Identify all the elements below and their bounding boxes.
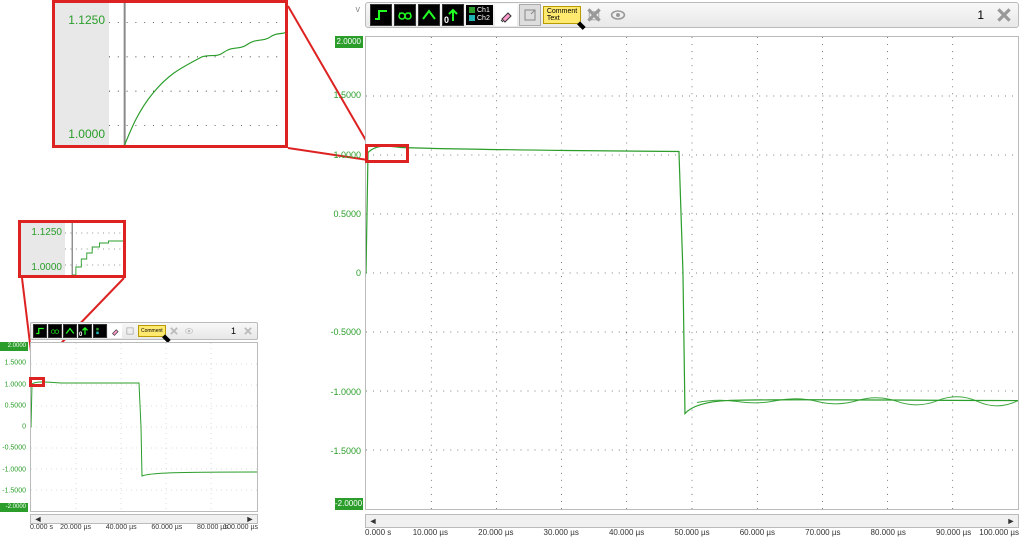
xtick: 100.000 µs [979, 528, 1019, 537]
close-icon[interactable] [994, 5, 1014, 25]
small-plot[interactable] [30, 342, 258, 512]
zoom2-ylabels: 1.1250 1.0000 [21, 223, 65, 275]
zoom1-ytop: 1.1250 [68, 13, 105, 27]
eye-icon[interactable] [182, 324, 196, 338]
ytick: 0 [22, 424, 26, 431]
zoom2-ytop: 1.1250 [31, 227, 62, 238]
h-scrollbar[interactable]: ◄ ► [30, 514, 258, 524]
xtick: 10.000 µs [413, 528, 448, 537]
scroll-left-icon[interactable]: ◄ [368, 516, 378, 526]
zoom2-trace [72, 241, 123, 275]
main-trace [366, 146, 1018, 414]
xtick: 90.000 µs [936, 528, 971, 537]
h-scrollbar[interactable]: ◄ ► [365, 514, 1019, 528]
main-plot[interactable] [365, 36, 1019, 510]
expand-icon[interactable] [123, 324, 137, 338]
main-trace-ripple [697, 397, 1018, 406]
comment-button[interactable]: Comment Text [543, 6, 581, 24]
xtick: 30.000 µs [544, 528, 579, 537]
ytick: 1.0000 [5, 381, 26, 388]
scroll-right-icon[interactable]: ► [245, 514, 255, 524]
zoom-inset-small: 1.1250 1.0000 [18, 220, 126, 278]
xtick: 80.000 µs [871, 528, 906, 537]
ytick: -0.5000 [330, 327, 361, 337]
glasses-icon[interactable] [394, 4, 416, 26]
expand-icon[interactable] [519, 4, 541, 26]
xtick: 20.000 µs [60, 524, 91, 531]
delete-x-icon[interactable] [583, 4, 605, 26]
scroll-right-icon[interactable]: ► [1006, 516, 1016, 526]
small-toolbar: 0 Comment 1 [30, 322, 258, 340]
zoom1-plot [109, 3, 285, 145]
ycap-top: 2.0000 [0, 342, 28, 351]
ycap-top: 2.0000 [335, 36, 363, 48]
ytick: -0.5000 [2, 445, 26, 452]
ytick: -1.5000 [330, 446, 361, 456]
ycap-bottom: -2.0000 [0, 503, 28, 512]
xtick: 20.000 µs [478, 528, 513, 537]
small-oscilloscope: 0 Comment 1 2.0000 -2.0000 1.5000 1.0000 [0, 320, 260, 538]
step-icon[interactable] [370, 4, 392, 26]
ytick: 0.5000 [5, 402, 26, 409]
zoom1-ybot: 1.0000 [68, 127, 105, 141]
xtick: 100.000 µs [223, 524, 258, 531]
main-toolbar: 0 Ch1 Ch2 Comment Text 1 [365, 2, 1019, 28]
ytick: -1.0000 [330, 387, 361, 397]
close-icon[interactable] [241, 324, 255, 338]
glasses-icon[interactable] [48, 324, 62, 338]
zoom-inset-large: 1.1250 1.0000 [52, 0, 288, 148]
step-icon[interactable] [33, 324, 47, 338]
ytick: 1.5000 [333, 90, 361, 100]
ytick: 1.5000 [5, 360, 26, 367]
zoom2-ybot: 1.0000 [31, 262, 62, 273]
xtick: 60.000 µs [740, 528, 775, 537]
roof-icon[interactable] [63, 324, 77, 338]
xtick: 60.000 µs [151, 524, 182, 531]
small-trace [31, 382, 257, 476]
ytick: -1.5000 [2, 487, 26, 494]
roof-icon[interactable] [418, 4, 440, 26]
xtick: 50.000 µs [674, 528, 709, 537]
small-xaxis: ◄ ► 0.000 s 20.000 µs 40.000 µs 60.000 µ… [30, 514, 258, 538]
scroll-left-icon[interactable]: ◄ [33, 514, 43, 524]
xtick: 0.000 s [30, 524, 53, 531]
ycap-bottom: -2.0000 [335, 498, 363, 510]
ytick: -1.0000 [2, 466, 26, 473]
xtick: 40.000 µs [106, 524, 137, 531]
zoom1-ylabels: 1.1250 1.0000 [55, 3, 109, 145]
main-oscilloscope: v 0 Ch1 Ch2 Comment Text [335, 0, 1023, 544]
comment-button[interactable]: Comment [138, 325, 166, 337]
up-arrow-icon[interactable]: 0 [442, 4, 464, 26]
main-xaxis: ◄ ► 0.000 s 10.000 µs 20.000 µs 30.000 µ… [365, 514, 1019, 544]
channel-legend: Ch1 Ch2 [466, 5, 493, 25]
zoom1-trace [125, 32, 285, 145]
ytick: 0.5000 [333, 209, 361, 219]
main-yaxis: 2.0000 -2.0000 1.5000 1.0000 0.5000 0 -0… [335, 36, 363, 510]
xtick: 0.000 s [365, 528, 391, 537]
eraser-icon[interactable] [108, 324, 122, 338]
page-number: 1 [977, 8, 984, 22]
zoom2-plot [65, 223, 123, 275]
delete-x-icon[interactable] [167, 324, 181, 338]
xtick: 40.000 µs [609, 528, 644, 537]
eye-icon[interactable] [607, 4, 629, 26]
ytick: 1.0000 [333, 150, 361, 160]
page-number: 1 [231, 326, 236, 336]
y-unit-label: v [335, 4, 363, 14]
xtick: 70.000 µs [805, 528, 840, 537]
channel-legend-small [93, 324, 107, 338]
small-yaxis: 2.0000 -2.0000 1.5000 1.0000 0.5000 0 -0… [0, 342, 28, 512]
ytick: 0 [356, 268, 361, 278]
eraser-icon[interactable] [495, 4, 517, 26]
up-arrow-icon[interactable]: 0 [78, 324, 92, 338]
